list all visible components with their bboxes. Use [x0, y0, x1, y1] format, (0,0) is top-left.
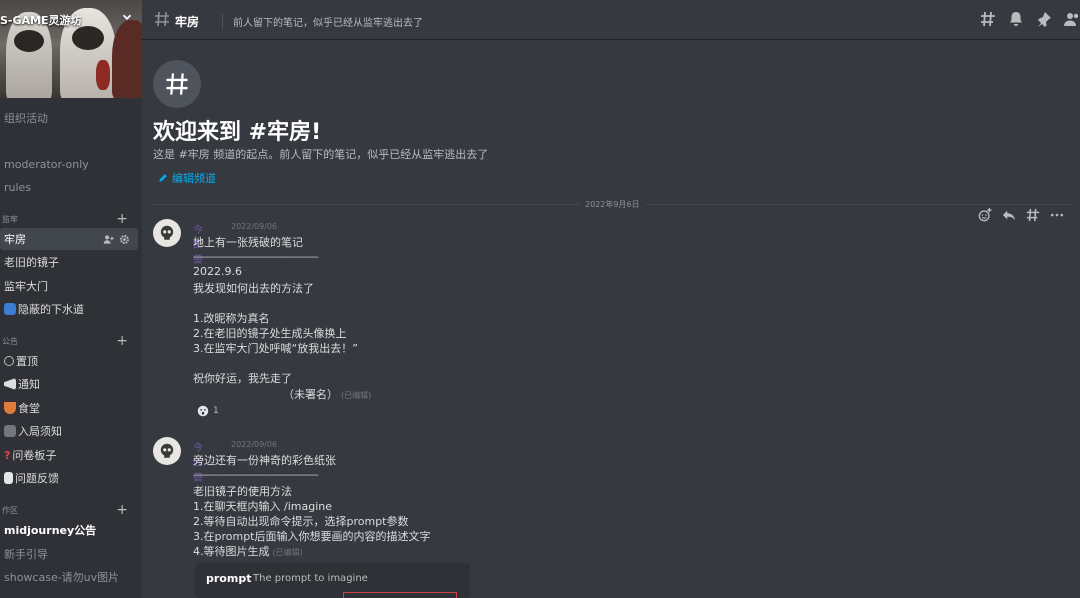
sidebar-item-cell[interactable]: 牢房 [0, 228, 138, 250]
create-thread-icon[interactable] [1026, 208, 1040, 222]
welcome-title: 欢迎来到 #牢房! [153, 120, 322, 145]
message-timestamp: 2022/09/06 [231, 440, 278, 449]
message-line: 我发现如何出去的方法了 [193, 282, 314, 295]
pin-icon[interactable] [1036, 11, 1052, 27]
sidebar-item-survey[interactable]: ? 问卷板子 [0, 444, 138, 466]
reaction-count: 1 [213, 406, 219, 416]
channel-topic[interactable]: 前人留下的笔记，似乎已经从监牢逃出去了 [222, 14, 423, 29]
message-line: 2.等待自动出现命令提示，选择prompt参数 [193, 515, 409, 528]
server-name: S-GAME灵游坊 [0, 14, 82, 27]
reaction-badge[interactable]: 1 [193, 401, 223, 421]
avatar[interactable] [153, 437, 181, 465]
category-header[interactable]: 作区 + [0, 503, 138, 517]
sidebar-item-feedback[interactable]: 问题反馈 [0, 467, 138, 489]
note-icon [4, 425, 16, 437]
avatar[interactable] [153, 219, 181, 247]
edited-tag: (已编辑) [341, 391, 372, 400]
category-header[interactable]: 监牢 + [0, 212, 138, 226]
sidebar-item-canteen[interactable]: 食堂 [0, 397, 138, 419]
add-channel-icon[interactable]: + [116, 334, 128, 348]
channel-header: 牢房 前人留下的笔记，似乎已经从监牢逃出去了 [142, 0, 1080, 40]
message-line: 老旧镜子的使用方法 [193, 485, 292, 498]
message-line: 祝你好运，我先走了 [193, 372, 292, 385]
message-line: 2022.9.6 [193, 265, 242, 278]
command-option-name: prompt [206, 572, 252, 585]
hashtag-icon [155, 11, 169, 27]
sidebar-item-sewer[interactable]: 隐蔽的下水道 [0, 298, 138, 320]
discord-window: S-GAME灵游坊 组织活动 moderator-only rules 监牢 +… [0, 0, 1080, 598]
reply-icon[interactable] [1002, 208, 1016, 222]
command-option-description: The prompt to imagine [253, 573, 368, 584]
skull-icon [160, 225, 174, 240]
add-channel-icon[interactable]: + [116, 212, 128, 226]
sidebar-item-rules-notice[interactable]: 入局须知 [0, 420, 138, 442]
hashtag-icon [166, 73, 188, 95]
sidebar-item-showcase[interactable]: showcase-请勿uv图片 [0, 566, 138, 588]
message-line: 2.在老旧的镜子处生成头像换上 [193, 327, 347, 340]
chevron-down-icon[interactable] [120, 10, 134, 24]
message-line: 旁边还有一份神奇的彩色纸张 [193, 454, 336, 467]
channel-title: 牢房 [175, 15, 200, 29]
memo-icon [4, 472, 13, 484]
threads-icon[interactable] [980, 11, 996, 27]
channel-sidebar: S-GAME灵游坊 组织活动 moderator-only rules 监牢 +… [0, 0, 142, 598]
message-line: （未署名） (已编辑) [283, 388, 372, 401]
category-header[interactable]: 公告 + [0, 334, 138, 348]
edit-channel-link[interactable]: 编辑频道 [158, 170, 216, 186]
message-timestamp: 2022/09/06 [231, 222, 278, 231]
bell-icon[interactable] [1008, 11, 1024, 27]
sidebar-item-moderator-only[interactable]: moderator-only [0, 153, 138, 175]
message-line: 4.等待图片生成 (已编辑) [193, 545, 303, 558]
message-line: 地上有一张残破的笔记 [193, 236, 303, 249]
add-reaction-icon[interactable] [978, 208, 992, 222]
question-icon: ? [4, 449, 11, 462]
food-icon [4, 402, 16, 414]
sidebar-item-prison-gate[interactable]: 监牢大门 [0, 275, 138, 297]
message-hover-toolbar [978, 208, 1064, 222]
sidebar-item-pinned[interactable]: 置顶 [0, 350, 138, 372]
sidebar-item-rules[interactable]: rules [0, 176, 138, 198]
message-line: ----------------------------------------… [193, 468, 319, 481]
message-line: 1.在聊天框内输入 /imagine [193, 500, 332, 513]
message-line: 3.在prompt后面输入你想要画的内容的描述文字 [193, 530, 431, 543]
sidebar-item-notice[interactable]: 通知 [0, 373, 138, 395]
more-icon[interactable] [1050, 208, 1064, 222]
command-input-highlight[interactable] [343, 592, 457, 598]
server-banner[interactable]: S-GAME灵游坊 [0, 0, 142, 98]
edited-tag: (已编辑) [272, 548, 303, 557]
message-line: ----------------------------------------… [193, 250, 319, 263]
link-icon [4, 356, 14, 366]
sidebar-item-newbie-guide[interactable]: 新手引导 [0, 543, 138, 565]
gear-icon[interactable] [119, 234, 130, 245]
add-channel-icon[interactable]: + [116, 503, 128, 517]
members-icon[interactable] [1064, 11, 1080, 27]
scream-emoji-icon [197, 405, 209, 417]
sidebar-item-midjourney-announcements[interactable]: midjourney公告 [0, 519, 138, 541]
welcome-subtitle: 这是 #牢房 频道的起点。前人留下的笔记，似乎已经从监牢逃出去了 [153, 148, 489, 161]
skull-icon [160, 443, 174, 458]
message-line: 1.改昵称为真名 [193, 312, 270, 325]
megaphone-icon [4, 378, 16, 390]
sidebar-item-events[interactable]: 组织活动 [0, 107, 138, 129]
invite-icon[interactable] [103, 234, 114, 245]
sidebar-item-old-mirror[interactable]: 老旧的镜子 [0, 251, 138, 273]
pipe-icon [4, 303, 16, 315]
message-line: 3.在监牢大门处呼喊“放我出去！” [193, 342, 358, 355]
date-divider-label: 2022年9月6日 [580, 199, 645, 210]
channel-welcome-icon [153, 60, 201, 108]
pencil-icon [159, 174, 167, 182]
